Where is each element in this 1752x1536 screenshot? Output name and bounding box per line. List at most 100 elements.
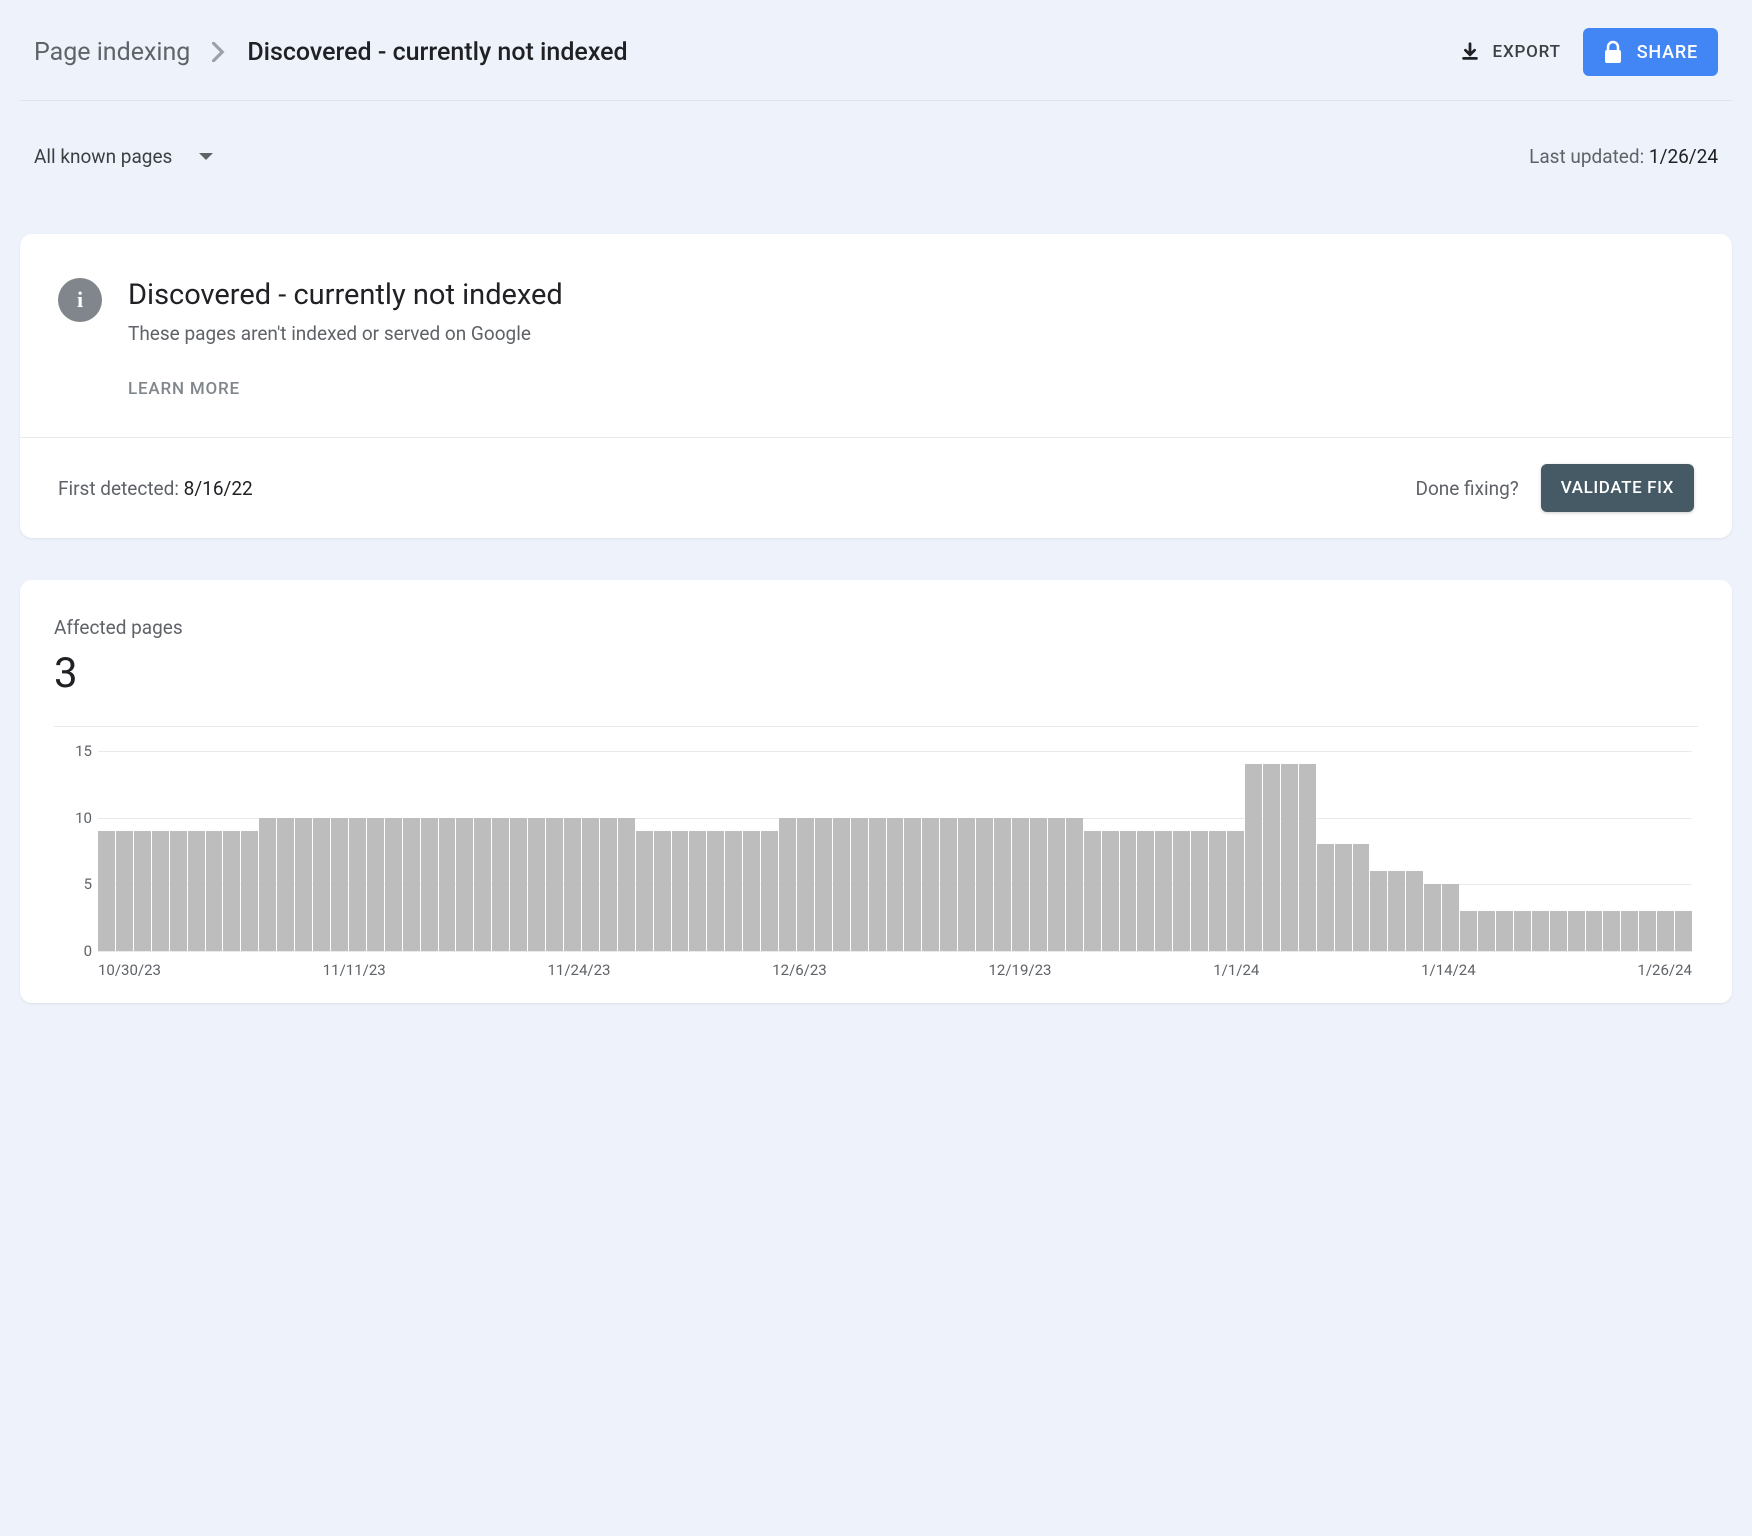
chart-bar [1460, 911, 1477, 951]
affected-pages-label: Affected pages [54, 616, 1698, 639]
chart-x-tick: 1/26/24 [1637, 961, 1692, 979]
chart-bar [1353, 844, 1370, 951]
chart-bar [1120, 831, 1137, 951]
chart-bar [367, 818, 384, 951]
issue-card: i Discovered - currently not indexed The… [20, 234, 1732, 538]
chart-bar [725, 831, 742, 951]
validate-fix-button[interactable]: VALIDATE FIX [1541, 464, 1694, 512]
breadcrumb: Page indexing Discovered - currently not… [34, 38, 628, 67]
chart-y-tick: 5 [54, 875, 92, 893]
chart-bar [492, 818, 509, 951]
chart-x-tick: 12/6/23 [772, 961, 827, 979]
chart-bar [421, 818, 438, 951]
share-label: SHARE [1637, 42, 1698, 63]
chart-bar [815, 818, 832, 951]
chart-bar [1173, 831, 1190, 951]
chart-bar [295, 818, 312, 951]
chart-bar [313, 818, 330, 951]
chart-bars [98, 751, 1692, 951]
affected-pages-chart: 051015 10/30/2311/11/2311/24/2312/6/2312… [54, 751, 1698, 979]
chart-bar [994, 818, 1011, 951]
chart-bar [152, 831, 169, 951]
affected-pages-count: 3 [54, 649, 1698, 698]
chart-gridline [98, 951, 1692, 952]
share-button[interactable]: SHARE [1583, 28, 1718, 76]
chevron-down-icon [198, 152, 214, 162]
info-icon: i [58, 278, 102, 322]
chart-bar [672, 831, 689, 951]
export-button[interactable]: EXPORT [1459, 41, 1561, 63]
chart-bar [1568, 911, 1585, 951]
chevron-right-icon [212, 42, 225, 62]
first-detected-label: First detected: [58, 477, 184, 500]
chart-bar [206, 831, 223, 951]
chart-bar [1317, 844, 1334, 951]
done-fixing-label: Done fixing? [1415, 477, 1518, 500]
chart-bar [761, 831, 778, 951]
chart-bar [1227, 831, 1244, 951]
chart-bar [1281, 764, 1298, 951]
chart-bar [1299, 764, 1316, 951]
chart-bar [833, 818, 850, 951]
chart-bar [349, 818, 366, 951]
chart-bar [958, 818, 975, 951]
learn-more-button[interactable]: LEARN MORE [128, 379, 240, 407]
chart-bar [654, 831, 671, 951]
chart-bar [904, 818, 921, 951]
chart-bar [259, 818, 276, 951]
chart-bar [851, 818, 868, 951]
chart-bar [797, 818, 814, 951]
filter-dropdown[interactable]: All known pages [34, 145, 214, 168]
chart-bar [1102, 831, 1119, 951]
chart-x-tick: 10/30/23 [98, 961, 161, 979]
divider [54, 726, 1698, 727]
chart-x-tick: 12/19/23 [989, 961, 1052, 979]
detected-row: First detected: 8/16/22 Done fixing? VAL… [20, 437, 1732, 538]
chart-bar [940, 818, 957, 951]
chart-bar [618, 818, 635, 951]
fix-group: Done fixing? VALIDATE FIX [1415, 464, 1694, 512]
chart-bar [689, 831, 706, 951]
chart-bar [1442, 884, 1459, 951]
chart-bar [1209, 831, 1226, 951]
filter-row: All known pages Last updated: 1/26/24 [20, 101, 1732, 188]
last-updated-date: 1/26/24 [1649, 145, 1718, 168]
chart-card: Affected pages 3 051015 10/30/2311/11/23… [20, 580, 1732, 1003]
chart-bar [1191, 831, 1208, 951]
chart-bar [1478, 911, 1495, 951]
issue-subtitle: These pages aren't indexed or served on … [128, 322, 563, 345]
chart-bar [1514, 911, 1531, 951]
chart-bar [1532, 911, 1549, 951]
chart-bar [1621, 911, 1638, 951]
export-label: EXPORT [1493, 42, 1561, 62]
chart-bar [1137, 831, 1154, 951]
issue-header: i Discovered - currently not indexed The… [20, 234, 1732, 437]
chart-bar [1370, 871, 1387, 951]
chart-x-tick: 1/14/24 [1421, 961, 1476, 979]
chart-bar [1335, 844, 1352, 951]
chart-bar [188, 831, 205, 951]
chart-bar [869, 818, 886, 951]
chart-bar [1657, 911, 1674, 951]
chart-bar [1263, 764, 1280, 951]
chart-bar [1155, 831, 1172, 951]
page-header: Page indexing Discovered - currently not… [20, 0, 1732, 101]
chart-bar [385, 818, 402, 951]
chart-bar [528, 818, 545, 951]
chart-bar [1586, 911, 1603, 951]
chart-y-tick: 10 [54, 809, 92, 827]
chart-bar [510, 818, 527, 951]
chart-bar [1245, 764, 1262, 951]
chart-bar [582, 818, 599, 951]
breadcrumb-current: Discovered - currently not indexed [247, 38, 627, 67]
chart-y-tick: 0 [54, 942, 92, 960]
chart-bar [277, 818, 294, 951]
chart-bar [98, 831, 115, 951]
chart-bar [456, 818, 473, 951]
chart-bar [331, 818, 348, 951]
breadcrumb-parent[interactable]: Page indexing [34, 38, 190, 67]
chart-bar [134, 831, 151, 951]
chart-bar [403, 818, 420, 951]
chart-bar [1388, 871, 1405, 951]
chart-bar [474, 818, 491, 951]
